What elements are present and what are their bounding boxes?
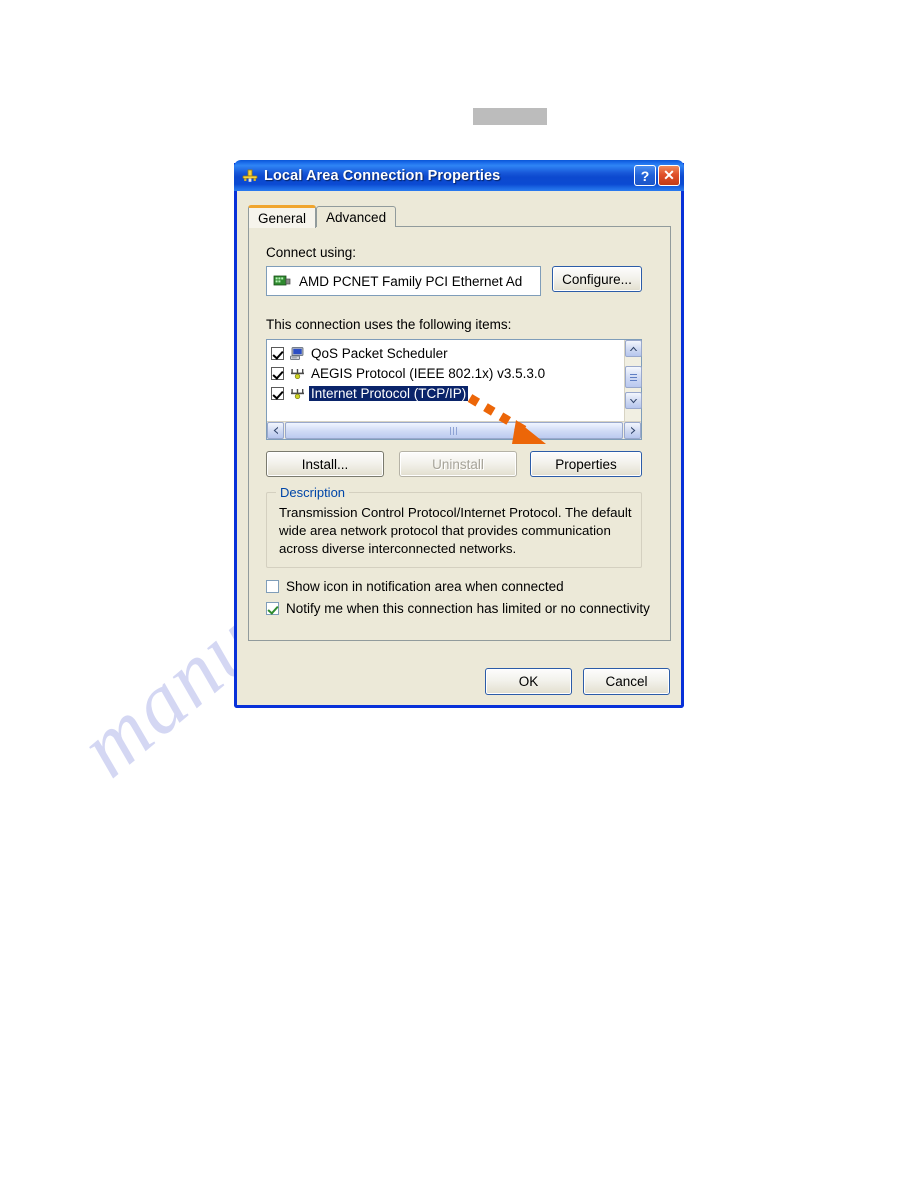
computer-service-icon [289,346,306,361]
show-icon-checkbox[interactable] [266,580,279,593]
scroll-right-icon[interactable] [624,422,641,439]
items-label: This connection uses the following items… [266,317,512,332]
network-protocol-icon [289,366,306,381]
configure-button[interactable]: Configure... [552,266,642,292]
cancel-button[interactable]: Cancel [583,668,670,695]
connect-using-label: Connect using: [266,245,357,260]
help-button[interactable]: ? [634,165,656,186]
properties-button[interactable]: Properties [530,451,642,477]
list-item[interactable]: AEGIS Protocol (IEEE 802.1x) v3.5.3.0 [271,363,624,383]
redacted-header-bar [473,108,547,125]
scroll-grip-icon [450,426,458,435]
component-label: Internet Protocol (TCP/IP) [309,385,469,401]
tab-advanced[interactable]: Advanced [316,206,397,227]
scroll-thumb-horizontal[interactable] [285,422,623,439]
show-icon-option-row[interactable]: Show icon in notification area when conn… [266,579,564,594]
local-area-connection-properties-dialog: Local Area Connection Properties ? ✕ Gen… [234,160,684,708]
ok-button[interactable]: OK [485,668,572,695]
component-checkbox[interactable] [271,386,284,400]
list-item[interactable]: Internet Protocol (TCP/IP) [271,383,624,403]
network-components-listbox[interactable]: QoS Packet Scheduler AEGIS Protocol (IEE… [266,339,642,440]
component-label: QoS Packet Scheduler [311,345,448,361]
scroll-left-icon[interactable] [267,422,284,439]
listbox-vertical-scrollbar[interactable] [624,340,642,421]
close-button[interactable]: ✕ [658,165,680,186]
adapter-name: AMD PCNET Family PCI Ethernet Ad [299,273,523,289]
component-checkbox[interactable] [271,346,284,360]
component-label: AEGIS Protocol (IEEE 802.1x) v3.5.3.0 [311,365,546,381]
scroll-down-icon[interactable] [625,392,642,409]
notify-checkbox[interactable] [266,602,279,615]
titlebar-buttons: ? ✕ [634,165,680,186]
description-text: Transmission Control Protocol/Internet P… [279,505,632,556]
scroll-grip-icon [630,373,637,381]
scroll-up-icon[interactable] [625,340,642,357]
show-icon-label: Show icon in notification area when conn… [286,579,564,594]
tab-general[interactable]: General [248,205,317,228]
description-groupbox: Description Transmission Control Protoco… [266,485,642,568]
install-button[interactable]: Install... [266,451,384,477]
network-protocol-icon [289,386,306,401]
uninstall-button: Uninstall [399,451,517,477]
component-list: QoS Packet Scheduler AEGIS Protocol (IEE… [267,340,624,421]
notify-label: Notify me when this connection has limit… [286,601,650,616]
dialog-titlebar: Local Area Connection Properties ? ✕ [234,160,684,191]
description-title: Description [276,485,350,500]
listbox-horizontal-scrollbar[interactable] [267,421,641,439]
component-checkbox[interactable] [271,366,284,380]
adapter-field: AMD PCNET Family PCI Ethernet Ad [266,266,541,296]
list-item[interactable]: QoS Packet Scheduler [271,343,624,363]
network-connection-icon [241,167,259,185]
network-adapter-icon [273,274,291,288]
dialog-title: Local Area Connection Properties [264,167,501,184]
tab-strip: General Advanced [248,204,397,228]
scroll-thumb-vertical[interactable] [625,366,642,388]
notify-option-row[interactable]: Notify me when this connection has limit… [266,601,650,616]
